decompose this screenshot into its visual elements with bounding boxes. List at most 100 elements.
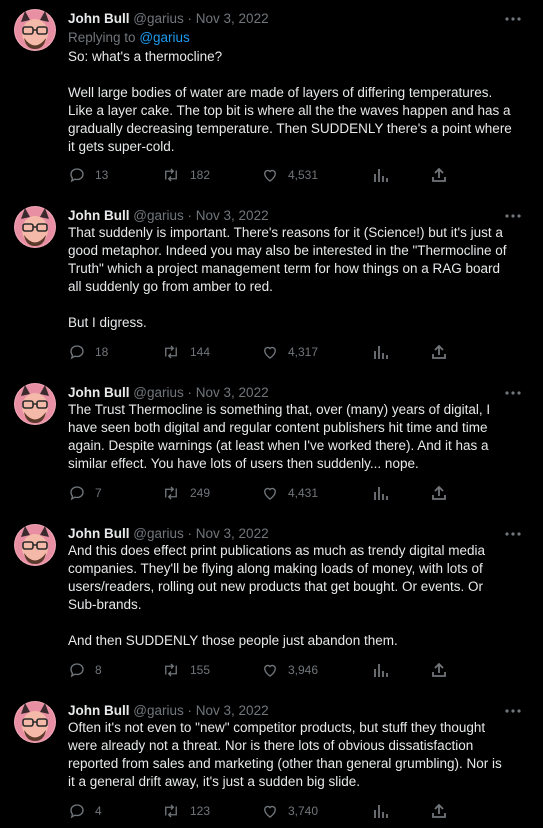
share-button[interactable]: [431, 801, 447, 821]
share-icon: [432, 662, 446, 677]
more-options-icon[interactable]: [500, 208, 526, 224]
tweet-actions: 4 123 3,740: [68, 801, 528, 821]
tweet-text-line: reported from sales and marketing (other…: [68, 756, 502, 771]
replying-to-handle[interactable]: @garius: [139, 30, 189, 45]
tweet-text-line: gradually decreasing temperature. Then S…: [68, 121, 512, 136]
more-options-icon[interactable]: [500, 703, 526, 719]
views-button[interactable]: [373, 660, 389, 680]
reply-count: 7: [95, 486, 102, 500]
retweet-icon: [165, 663, 177, 677]
tweet-text-line: So: what's a thermocline?: [68, 49, 223, 64]
share-button[interactable]: [431, 342, 447, 362]
retweet-button[interactable]: 182: [161, 165, 210, 185]
tweet-text-line: That suddenly is important. There's reas…: [68, 225, 503, 240]
reply-icon: [70, 345, 84, 360]
analytics-icon: [374, 805, 388, 818]
like-count: 3,740: [288, 804, 319, 818]
like-count: 3,946: [288, 663, 319, 677]
like-button[interactable]: 3,740: [261, 801, 318, 821]
retweet-icon: [165, 168, 177, 182]
tweet-header: John Bull @garius · Nov 3, 2022: [68, 524, 269, 544]
retweet-button[interactable]: 155: [161, 660, 210, 680]
tweet-text-line: But I digress.: [68, 315, 147, 330]
tweet-text-line: Like a layer cake. The top bit is where …: [68, 103, 511, 118]
author-name[interactable]: John Bull: [68, 703, 130, 718]
author-handle[interactable]: @garius: [133, 11, 183, 26]
tweet-date[interactable]: Nov 3, 2022: [196, 526, 269, 541]
tweet-text-line: similar effect. You have lots of users t…: [68, 456, 419, 471]
retweet-button[interactable]: 144: [161, 342, 210, 362]
tweet-text-line: were already not a threat. Nor is there …: [68, 738, 474, 753]
more-options-icon[interactable]: [500, 385, 526, 401]
reply-button[interactable]: 18: [68, 342, 108, 362]
retweet-count: 182: [190, 168, 211, 182]
reply-count: 13: [95, 168, 109, 182]
replying-to: Replying to @garius: [68, 28, 190, 48]
tweet-date[interactable]: Nov 3, 2022: [196, 208, 269, 223]
heart-icon: [264, 346, 276, 359]
tweet-header: John Bull @garius · Nov 3, 2022: [68, 383, 269, 403]
tweet-date[interactable]: Nov 3, 2022: [196, 385, 269, 400]
tweet-text-line: again. Despite warnings (at least when I…: [68, 438, 489, 453]
separator: ·: [187, 703, 193, 718]
retweet-button[interactable]: 123: [161, 801, 210, 821]
retweet-count: 155: [190, 663, 211, 677]
share-button[interactable]: [431, 165, 447, 185]
heart-icon: [264, 487, 276, 500]
like-count: 4,317: [288, 345, 319, 359]
heart-icon: [264, 805, 276, 818]
tweet-text-line: good metaphor. Indeed you may also be in…: [68, 243, 507, 258]
avatar[interactable]: [14, 524, 56, 566]
views-button[interactable]: [373, 483, 389, 503]
tweet-header: John Bull @garius · Nov 3, 2022: [68, 701, 269, 721]
like-button[interactable]: 4,431: [261, 483, 318, 503]
tweet-actions: 8 155 3,946: [68, 660, 528, 680]
retweet-button[interactable]: 249: [161, 483, 210, 503]
author-handle[interactable]: @garius: [133, 526, 183, 541]
avatar[interactable]: [14, 383, 56, 425]
tweet-text-line: And then SUDDENLY those people just aban…: [68, 633, 398, 648]
share-button[interactable]: [431, 483, 447, 503]
reply-count: 4: [95, 804, 102, 818]
like-button[interactable]: 3,946: [261, 660, 318, 680]
tweet-text: The Trust Thermocline is something that,…: [68, 401, 530, 473]
reply-icon: [70, 663, 84, 678]
share-button[interactable]: [431, 660, 447, 680]
more-options-icon[interactable]: [500, 11, 526, 27]
tweet-text: So: what's a thermocline? Well large bod…: [68, 48, 530, 156]
like-button[interactable]: 4,531: [261, 165, 318, 185]
author-handle[interactable]: @garius: [133, 385, 183, 400]
avatar[interactable]: [14, 701, 56, 743]
tweet-date[interactable]: Nov 3, 2022: [196, 11, 269, 26]
tweet-actions: 7 249 4,431: [68, 483, 528, 503]
reply-count: 8: [95, 663, 102, 677]
reply-button[interactable]: 8: [68, 660, 102, 680]
author-name[interactable]: John Bull: [68, 385, 130, 400]
retweet-count: 249: [190, 486, 211, 500]
retweet-icon: [165, 345, 177, 359]
reply-icon: [70, 804, 84, 819]
reply-button[interactable]: 4: [68, 801, 102, 821]
author-handle[interactable]: @garius: [133, 703, 183, 718]
author-name[interactable]: John Bull: [68, 208, 130, 223]
avatar[interactable]: [14, 206, 56, 248]
avatar[interactable]: [14, 9, 56, 51]
separator: ·: [187, 208, 193, 223]
tweet-text-line: Well large bodies of water are made of l…: [68, 85, 493, 100]
analytics-icon: [374, 346, 388, 359]
author-name[interactable]: John Bull: [68, 526, 130, 541]
views-button[interactable]: [373, 801, 389, 821]
tweet-date[interactable]: Nov 3, 2022: [196, 703, 269, 718]
retweet-count: 144: [190, 345, 211, 359]
reply-button[interactable]: 7: [68, 483, 102, 503]
views-button[interactable]: [373, 165, 389, 185]
views-button[interactable]: [373, 342, 389, 362]
reply-count: 18: [95, 345, 109, 359]
like-count: 4,431: [288, 486, 319, 500]
analytics-icon: [374, 664, 388, 677]
reply-button[interactable]: 13: [68, 165, 108, 185]
more-options-icon[interactable]: [500, 526, 526, 542]
author-handle[interactable]: @garius: [133, 208, 183, 223]
author-name[interactable]: John Bull: [68, 11, 130, 26]
like-button[interactable]: 4,317: [261, 342, 318, 362]
